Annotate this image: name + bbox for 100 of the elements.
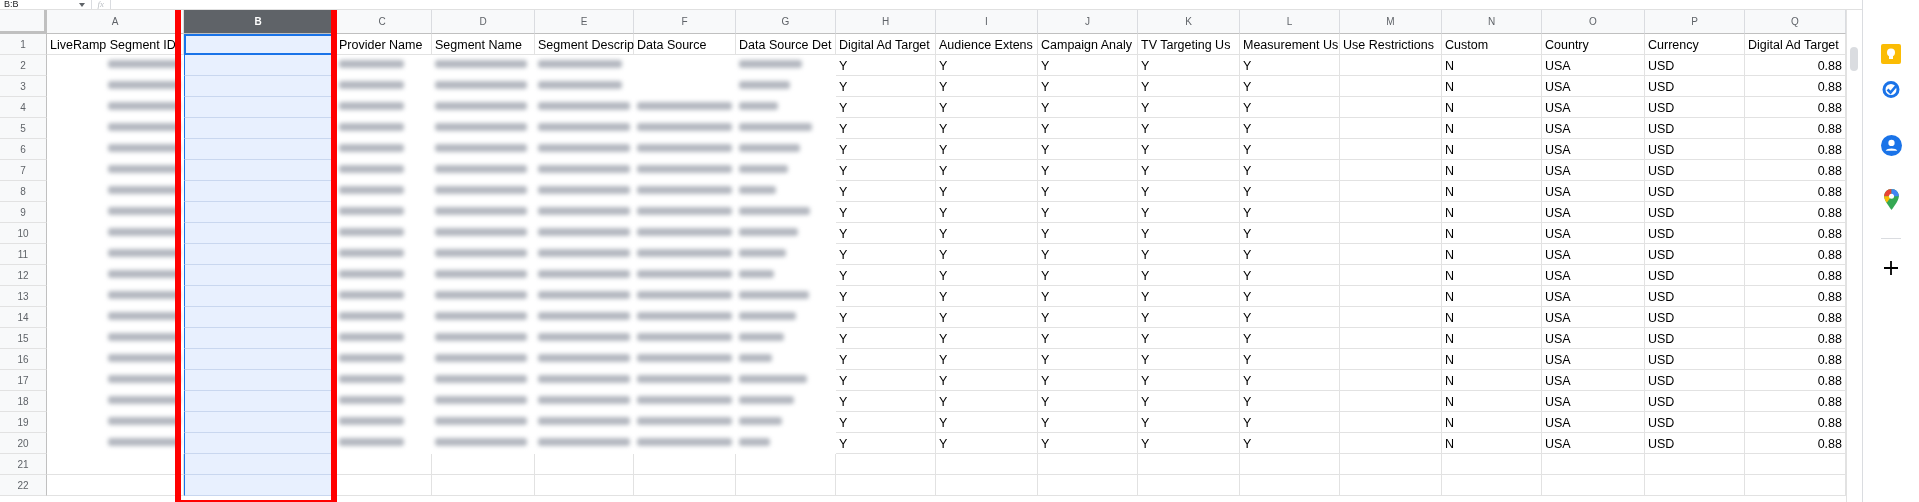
column-header[interactable]: D — [432, 10, 535, 34]
blurred-text — [339, 249, 405, 257]
row-header[interactable]: 19 — [0, 412, 47, 433]
row-header[interactable]: 6 — [0, 139, 47, 160]
column-header[interactable]: G — [736, 10, 836, 34]
row-header[interactable]: 20 — [0, 433, 47, 454]
row-header[interactable]: 9 — [0, 202, 47, 223]
column-header[interactable]: E — [535, 10, 634, 34]
table-cell: Y — [936, 118, 1038, 139]
table-cell: Y — [1240, 370, 1340, 391]
blurred-text — [739, 144, 801, 152]
table-cell: Y — [836, 55, 936, 76]
table-cell: Y — [936, 412, 1038, 433]
column-header[interactable]: P — [1645, 10, 1745, 34]
row-header[interactable]: 5 — [0, 118, 47, 139]
table-cell: Y — [1240, 160, 1340, 181]
table-cell: Y — [936, 244, 1038, 265]
blurred-text — [739, 333, 785, 341]
row-header[interactable]: 15 — [0, 328, 47, 349]
table-cell: Campaign Analy — [1038, 34, 1138, 55]
table-cell: N — [1442, 76, 1542, 97]
table-cell: USA — [1542, 286, 1645, 307]
table-cell: USA — [1542, 307, 1645, 328]
row-header[interactable]: 3 — [0, 76, 47, 97]
column-header[interactable]: K — [1138, 10, 1240, 34]
table-cell: Y — [1240, 76, 1340, 97]
table-cell: Y — [936, 139, 1038, 160]
table-cell: Currency — [1645, 34, 1745, 55]
check-circle-icon[interactable] — [1881, 79, 1901, 99]
table-cell: Y — [1038, 307, 1138, 328]
column-header[interactable]: F — [634, 10, 736, 34]
column-header[interactable]: Q — [1745, 10, 1846, 34]
row-header[interactable]: 18 — [0, 391, 47, 412]
map-pin-icon[interactable] — [1883, 189, 1899, 210]
table-cell: USA — [1542, 55, 1645, 76]
table-cell: Y — [1038, 181, 1138, 202]
add-icon[interactable] — [1884, 261, 1898, 275]
blurred-text — [339, 228, 405, 236]
column-header[interactable]: N — [1442, 10, 1542, 34]
row-header[interactable]: 22 — [0, 475, 47, 496]
row-header[interactable]: 4 — [0, 97, 47, 118]
table-cell: Y — [836, 97, 936, 118]
table-cell: Y — [1038, 55, 1138, 76]
column-header[interactable]: H — [836, 10, 936, 34]
table-cell: Y — [936, 202, 1038, 223]
table-cell: Y — [936, 97, 1038, 118]
table-cell: Y — [1038, 265, 1138, 286]
blurred-text — [739, 312, 797, 320]
name-box[interactable]: B:B — [4, 0, 19, 9]
table-cell: USD — [1645, 55, 1745, 76]
table-cell: Y — [1038, 97, 1138, 118]
row-header[interactable]: 8 — [0, 181, 47, 202]
row-header[interactable]: 17 — [0, 370, 47, 391]
person-icon[interactable] — [1880, 135, 1902, 156]
table-cell: USA — [1542, 349, 1645, 370]
blurred-text — [739, 102, 778, 110]
table-cell: Y — [836, 370, 936, 391]
table-cell: Y — [1038, 223, 1138, 244]
table-cell: Use Restrictions — [1340, 34, 1442, 55]
table-cell: Y — [1038, 349, 1138, 370]
row-header[interactable]: 7 — [0, 160, 47, 181]
row-header[interactable]: 2 — [0, 55, 47, 76]
column-header[interactable]: M — [1340, 10, 1442, 34]
table-cell: USD — [1645, 97, 1745, 118]
row-header[interactable]: 12 — [0, 265, 47, 286]
table-cell: N — [1442, 244, 1542, 265]
dropdown-icon[interactable] — [78, 2, 85, 7]
table-cell: USD — [1645, 181, 1745, 202]
row-header[interactable]: 11 — [0, 244, 47, 265]
table-cell: Y — [936, 55, 1038, 76]
blurred-text — [339, 60, 405, 68]
column-header[interactable]: L — [1240, 10, 1340, 34]
table-cell: USD — [1645, 265, 1745, 286]
table-cell: N — [1442, 370, 1542, 391]
table-cell: N — [1442, 118, 1542, 139]
column-header[interactable]: O — [1542, 10, 1645, 34]
row-header[interactable]: 13 — [0, 286, 47, 307]
row-header[interactable]: 10 — [0, 223, 47, 244]
column-header[interactable]: I — [936, 10, 1038, 34]
column-header[interactable]: J — [1038, 10, 1138, 34]
column-header[interactable]: B — [184, 10, 333, 34]
table-cell: USA — [1542, 181, 1645, 202]
table-cell: Y — [936, 433, 1038, 454]
blurred-text — [339, 144, 405, 152]
table-cell: Y — [936, 328, 1038, 349]
blurred-text — [339, 375, 405, 383]
table-cell: USD — [1645, 244, 1745, 265]
row-header[interactable]: 21 — [0, 454, 47, 475]
row-header[interactable]: 1 — [0, 34, 47, 55]
blurred-text — [339, 291, 405, 299]
row-header[interactable]: 16 — [0, 349, 47, 370]
blurred-text — [739, 270, 774, 278]
table-cell: Y — [1038, 244, 1138, 265]
table-cell: N — [1442, 223, 1542, 244]
blurred-text — [339, 207, 405, 215]
table-cell: N — [1442, 286, 1542, 307]
column-header[interactable]: A — [47, 10, 184, 34]
table-cell: Digital Ad Target — [836, 34, 936, 55]
row-header[interactable]: 14 — [0, 307, 47, 328]
table-cell: Y — [1138, 160, 1240, 181]
